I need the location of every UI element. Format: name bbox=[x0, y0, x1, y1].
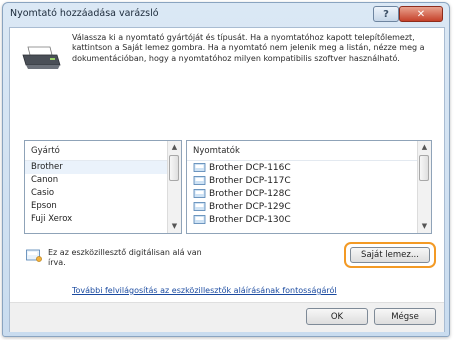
printer-item-label: Brother DCP-116C bbox=[209, 162, 291, 173]
printer-model-icon bbox=[193, 162, 206, 172]
printer-item-label: Brother DCP-129C bbox=[209, 201, 291, 212]
printer-item[interactable]: Brother DCP-129C bbox=[187, 200, 417, 213]
printer-scrollbar[interactable]: ▲ ▼ bbox=[417, 141, 431, 233]
cancel-button[interactable]: Mégse bbox=[374, 308, 436, 325]
printer-model-icon bbox=[193, 214, 206, 224]
scroll-thumb[interactable] bbox=[169, 155, 179, 181]
printer-model-icon bbox=[193, 188, 206, 198]
printer-items: Brother DCP-116C Brother DCP-117C Brothe… bbox=[187, 161, 417, 233]
manufacturer-item[interactable]: Fuji Xerox bbox=[25, 213, 167, 226]
manufacturer-scrollbar[interactable]: ▲ ▼ bbox=[167, 141, 181, 233]
printer-item[interactable]: Brother DCP-128C bbox=[187, 187, 417, 200]
manufacturer-items: Brother Canon Casio Epson Fuji Xerox bbox=[25, 161, 167, 233]
printer-list-header: Nyomtatók bbox=[187, 141, 417, 161]
scroll-thumb[interactable] bbox=[419, 155, 429, 181]
scroll-down-icon[interactable]: ▼ bbox=[418, 220, 431, 233]
title-bar[interactable]: Nyomtató hozzáadása varázsló ? ✕ bbox=[3, 3, 449, 27]
manufacturer-item[interactable]: Brother bbox=[25, 161, 167, 174]
printer-item[interactable]: Brother DCP-117C bbox=[187, 174, 417, 187]
signed-driver-icon bbox=[26, 249, 42, 262]
ok-button[interactable]: OK bbox=[306, 308, 368, 325]
add-printer-wizard-window: Nyomtató hozzáadása varázsló ? ✕ Válassz… bbox=[2, 2, 450, 337]
own-disk-highlight: Saját lemez... bbox=[344, 242, 436, 268]
scroll-up-icon[interactable]: ▲ bbox=[418, 141, 431, 154]
own-disk-button[interactable]: Saját lemez... bbox=[350, 247, 430, 263]
window-title: Nyomtató hozzáadása varázsló bbox=[10, 8, 159, 19]
printer-item-label: Brother DCP-117C bbox=[209, 175, 291, 186]
printer-icon bbox=[22, 46, 61, 69]
printer-model-icon bbox=[193, 201, 206, 211]
scroll-down-icon[interactable]: ▼ bbox=[168, 220, 181, 233]
manufacturer-item[interactable]: Casio bbox=[25, 187, 167, 200]
close-icon: ✕ bbox=[416, 8, 426, 20]
printer-item[interactable]: Brother DCP-130C bbox=[187, 213, 417, 226]
manufacturer-item[interactable]: Canon bbox=[25, 174, 167, 187]
footer-bar: OK Mégse bbox=[10, 302, 444, 332]
driver-signing-info-link[interactable]: További felvilágosítás az eszközillesztő… bbox=[72, 286, 432, 295]
printer-item-label: Brother DCP-128C bbox=[209, 188, 291, 199]
help-icon: ? bbox=[383, 8, 389, 20]
dialog-content: Válassza ki a nyomtató gyártóját és típu… bbox=[9, 27, 445, 332]
manufacturer-list-header: Gyártó bbox=[25, 141, 167, 161]
close-button[interactable]: ✕ bbox=[399, 6, 443, 22]
printer-list[interactable]: Nyomtatók Brother DCP-116C Brother DCP-1… bbox=[186, 140, 432, 234]
manufacturer-item[interactable]: Epson bbox=[25, 200, 167, 213]
help-button[interactable]: ? bbox=[373, 6, 399, 22]
printer-item[interactable]: Brother DCP-116C bbox=[187, 161, 417, 174]
printer-model-icon bbox=[193, 175, 206, 185]
scroll-up-icon[interactable]: ▲ bbox=[168, 141, 181, 154]
manufacturer-list[interactable]: Gyártó Brother Canon Casio Epson Fuji Xe… bbox=[24, 140, 182, 234]
intro-text: Válassza ki a nyomtató gyártóját és típu… bbox=[72, 33, 425, 63]
printer-item-label: Brother DCP-130C bbox=[209, 214, 291, 225]
signed-driver-text: Ez az eszközillesztő digitálisan alá van… bbox=[48, 248, 202, 267]
